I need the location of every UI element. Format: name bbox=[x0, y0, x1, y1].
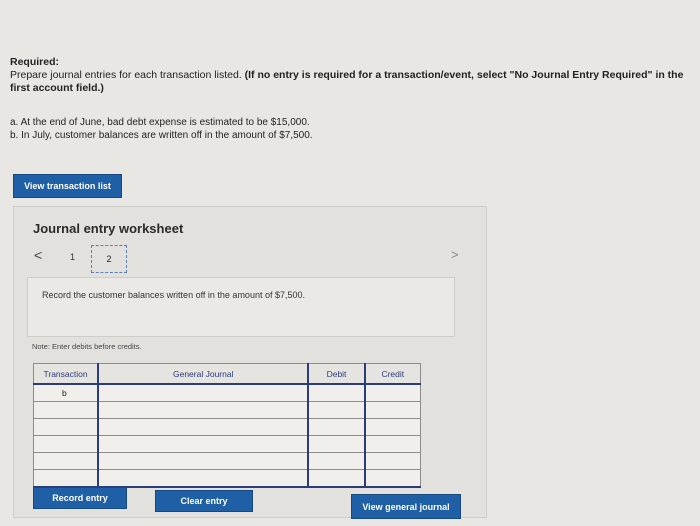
instruction: Prepare journal entries for each transac… bbox=[10, 69, 690, 95]
credit-input[interactable] bbox=[363, 452, 421, 470]
col-debit: Debit bbox=[307, 363, 366, 385]
transaction-a: a. At the end of June, bad debt expense … bbox=[10, 117, 310, 128]
col-general-journal: General Journal bbox=[97, 363, 309, 385]
journal-entry-worksheet: Journal entry worksheet < 1 2 > Record t… bbox=[13, 206, 487, 518]
debit-input[interactable] bbox=[307, 469, 366, 488]
worksheet-title: Journal entry worksheet bbox=[33, 221, 184, 236]
entry-description-box: Record the customer balances written off… bbox=[27, 277, 455, 337]
table-row bbox=[33, 401, 421, 419]
debit-input[interactable] bbox=[307, 418, 366, 436]
col-transaction: Transaction bbox=[33, 363, 99, 385]
transaction-b: b. In July, customer balances are writte… bbox=[10, 130, 313, 141]
credit-input[interactable] bbox=[363, 418, 421, 436]
credit-input[interactable] bbox=[363, 435, 421, 453]
page-1-button[interactable]: 1 bbox=[70, 252, 75, 262]
credit-input[interactable] bbox=[363, 469, 421, 488]
table-row: b bbox=[33, 383, 421, 402]
clear-entry-button[interactable]: Clear entry bbox=[155, 490, 253, 512]
account-input[interactable] bbox=[97, 452, 309, 470]
entry-description: Record the customer balances written off… bbox=[42, 290, 305, 300]
table-row bbox=[33, 435, 421, 453]
account-input[interactable] bbox=[97, 418, 309, 436]
account-input[interactable] bbox=[97, 435, 309, 453]
chevron-right-icon[interactable]: > bbox=[451, 247, 459, 262]
debit-input[interactable] bbox=[307, 383, 366, 402]
col-credit: Credit bbox=[363, 363, 421, 385]
page-2-label: 2 bbox=[106, 254, 112, 264]
credit-input[interactable] bbox=[363, 383, 421, 402]
requirements-text: Required: Prepare journal entries for ea… bbox=[10, 56, 690, 95]
account-input[interactable] bbox=[97, 401, 309, 419]
chevron-left-icon[interactable]: < bbox=[34, 247, 42, 263]
transaction-cell bbox=[33, 469, 99, 488]
credit-input[interactable] bbox=[363, 401, 421, 419]
view-transaction-list-button[interactable]: View transaction list bbox=[13, 174, 122, 198]
account-input[interactable] bbox=[97, 469, 309, 488]
transaction-cell bbox=[33, 435, 99, 453]
required-label: Required: bbox=[10, 56, 60, 68]
transaction-cell bbox=[33, 418, 99, 436]
transaction-cell bbox=[33, 401, 99, 419]
debit-input[interactable] bbox=[307, 452, 366, 470]
instruction-plain: Prepare journal entries for each transac… bbox=[10, 69, 242, 81]
transaction-descriptions: a. At the end of June, bad debt expense … bbox=[10, 116, 313, 142]
page-2-button[interactable]: 2 bbox=[91, 245, 127, 273]
transaction-cell bbox=[33, 452, 99, 470]
view-general-journal-button[interactable]: View general journal bbox=[351, 494, 461, 519]
transaction-cell: b bbox=[33, 383, 99, 402]
journal-table: Transaction General Journal Debit Credit… bbox=[33, 363, 421, 488]
account-input[interactable] bbox=[97, 383, 309, 402]
table-row bbox=[33, 469, 421, 488]
debit-input[interactable] bbox=[307, 401, 366, 419]
debit-credit-note: Note: Enter debits before credits. bbox=[32, 342, 142, 351]
debit-input[interactable] bbox=[307, 435, 366, 453]
table-row bbox=[33, 452, 421, 470]
table-row bbox=[33, 418, 421, 436]
record-entry-button[interactable]: Record entry bbox=[33, 487, 127, 509]
